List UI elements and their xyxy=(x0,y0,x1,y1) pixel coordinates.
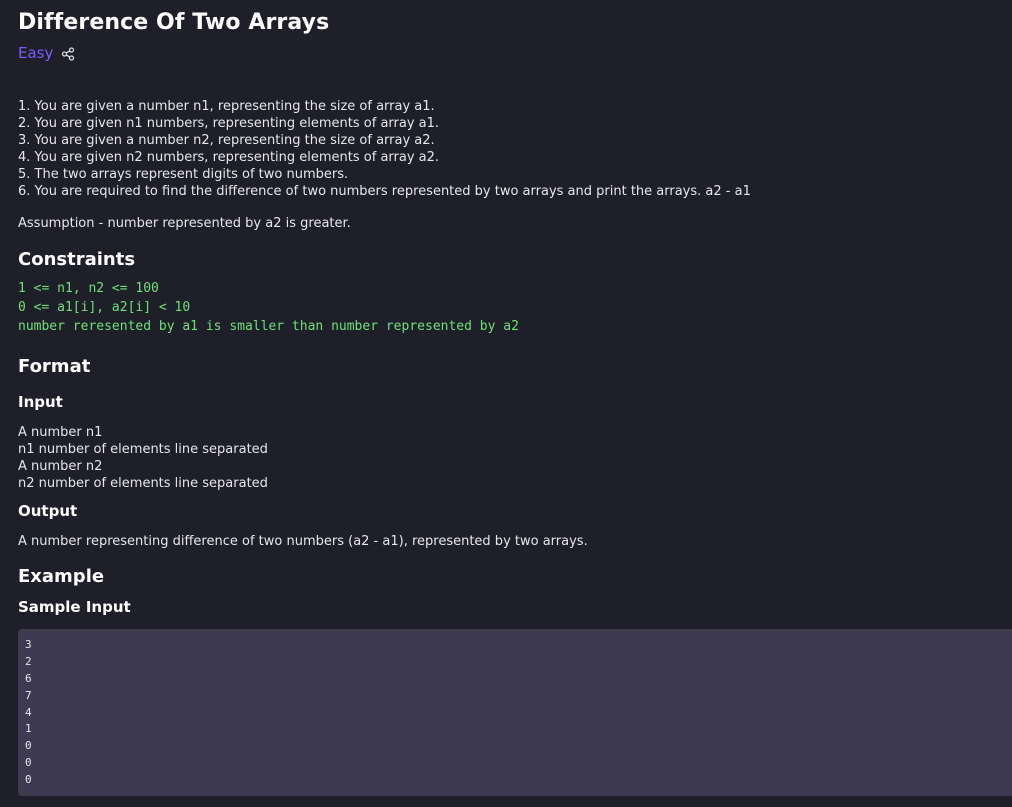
assumption-text: Assumption - number represented by a2 is… xyxy=(18,216,351,231)
input-format-line: n2 number of elements line separated xyxy=(18,476,268,491)
description-line: 2. You are given n1 numbers, representin… xyxy=(18,116,440,131)
sample-input-heading: Sample Input xyxy=(18,598,131,616)
description-line: 1. You are given a number n1, representi… xyxy=(18,99,435,114)
description-line: 4. You are given n2 numbers, representin… xyxy=(18,150,440,165)
sample-input-line: 3 xyxy=(25,638,32,651)
output-heading: Output xyxy=(18,502,78,520)
sample-input-box[interactable]: 3 2 6 7 4 1 0 0 0 xyxy=(18,629,1012,796)
constraints-heading: Constraints xyxy=(18,249,136,270)
sample-input-code: 3 2 6 7 4 1 0 0 0 xyxy=(25,637,1012,789)
difficulty-label: Easy xyxy=(18,44,54,62)
sample-input-line: 0 xyxy=(25,773,32,787)
sample-input-line: 7 xyxy=(25,688,32,702)
constraint-line: 0 <= a1[i], a2[i] < 10 xyxy=(18,300,191,315)
problem-title: Difference Of Two Arrays xyxy=(18,10,330,35)
input-format-block: A number n1 n1 number of elements line s… xyxy=(18,424,268,492)
input-format-line: n1 number of elements line separated xyxy=(18,442,268,457)
sample-input-line: 6 xyxy=(25,671,32,685)
description-line: 3. You are given a number n2, representi… xyxy=(18,133,435,148)
input-format-line: A number n2 xyxy=(18,459,103,474)
sample-input-line: 0 xyxy=(25,756,32,770)
constraint-line: 1 <= n1, n2 <= 100 xyxy=(18,281,159,296)
input-format-line: A number n1 xyxy=(18,425,103,440)
output-format-text: A number representing difference of two … xyxy=(18,534,588,549)
description-line: 5. The two arrays represent digits of tw… xyxy=(18,167,349,182)
sample-input-line: 2 xyxy=(25,654,32,668)
difficulty-row: Easy xyxy=(18,44,75,62)
sample-input-line: 1 xyxy=(25,722,32,736)
problem-description: 1. You are given a number n1, representi… xyxy=(18,98,751,200)
example-heading: Example xyxy=(18,566,105,587)
share-icon[interactable] xyxy=(61,46,75,61)
problem-page: Difference Of Two Arrays Easy 1. You are… xyxy=(0,0,1012,807)
sample-input-line: 4 xyxy=(25,705,32,719)
constraint-line: number reresented by a1 is smaller than … xyxy=(18,319,519,334)
description-line: 6. You are required to find the differen… xyxy=(18,184,751,199)
sample-input-line: 0 xyxy=(25,739,32,753)
format-heading: Format xyxy=(18,356,91,377)
input-heading: Input xyxy=(18,393,63,411)
constraints-block: 1 <= n1, n2 <= 100 0 <= a1[i], a2[i] < 1… xyxy=(18,279,519,336)
